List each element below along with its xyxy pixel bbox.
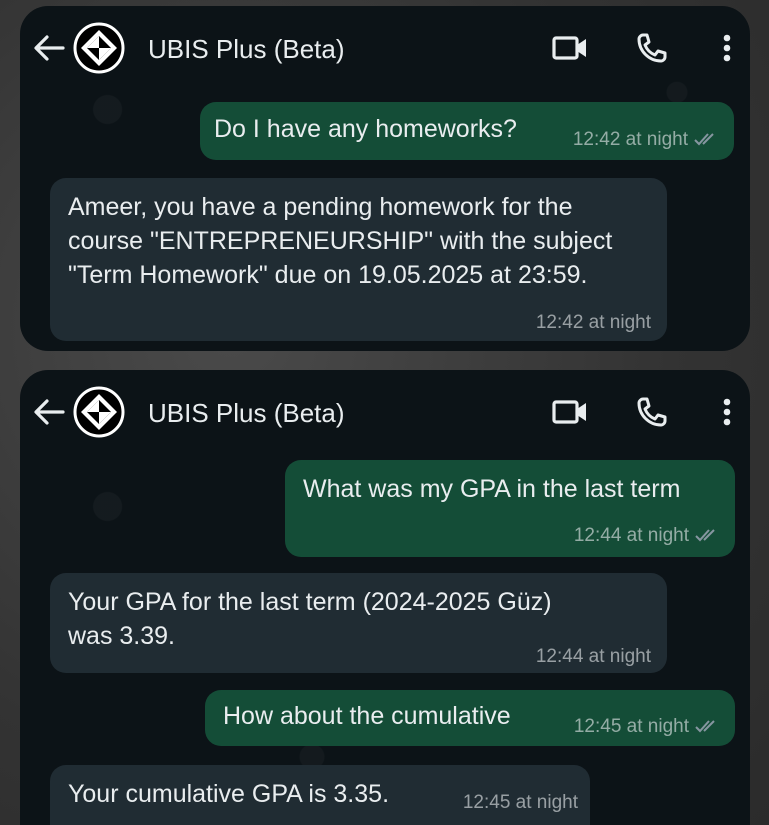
chat-screenshot-1: UBIS Plus (Beta) Do I have any homeworks… (20, 6, 750, 351)
message-text: Do I have any homeworks? (214, 115, 517, 143)
outgoing-message[interactable]: What was my GPA in the last term 12:44 a… (285, 460, 735, 557)
phone-icon[interactable] (632, 28, 672, 68)
message-meta: 12:42 at night (573, 128, 718, 152)
contact-name[interactable]: UBIS Plus (Beta) (148, 396, 345, 430)
incoming-message[interactable]: Your GPA for the last term (2024-2025 Gü… (50, 573, 667, 673)
outgoing-message[interactable]: How about the cumulative 12:45 at night (205, 690, 735, 746)
message-text: Your GPA for the last term (2024-2025 Gü… (68, 588, 552, 650)
message-time: 12:44 at night (535, 646, 651, 667)
incoming-message[interactable]: Your cumulative GPA is 3.35. 12:45 at ni… (50, 765, 590, 825)
avatar[interactable] (73, 386, 125, 438)
back-arrow-icon[interactable] (32, 395, 66, 429)
contact-name[interactable]: UBIS Plus (Beta) (148, 32, 345, 66)
chat-header: UBIS Plus (Beta) (20, 6, 750, 88)
back-arrow-icon[interactable] (32, 31, 66, 65)
message-text: Your cumulative GPA is 3.35. (68, 780, 390, 808)
read-ticks-icon (695, 720, 715, 733)
message-time: 12:44 at night (573, 525, 689, 546)
message-time: 12:42 at night (572, 129, 688, 150)
read-ticks-icon (695, 529, 715, 542)
message-meta: 12:45 at night (574, 715, 719, 739)
chat-screenshot-2: UBIS Plus (Beta) What was my GPA in the … (20, 370, 750, 825)
message-text: What was my GPA in the last term (303, 475, 681, 503)
message-meta: 12:44 at night (574, 524, 719, 548)
message-time: 12:42 at night (535, 312, 651, 333)
outgoing-message[interactable]: Do I have any homeworks? 12:42 at night (200, 102, 734, 160)
avatar[interactable] (73, 22, 125, 74)
message-text: Ameer, you have a pending homework for t… (68, 193, 613, 289)
message-text: How about the cumulative (223, 702, 511, 730)
message-time: 12:45 at night (462, 792, 578, 813)
chat-header: UBIS Plus (Beta) (20, 370, 750, 452)
phone-icon[interactable] (632, 392, 672, 432)
read-ticks-icon (694, 133, 714, 146)
video-call-icon[interactable] (550, 392, 590, 432)
message-time: 12:45 at night (573, 716, 689, 737)
more-options-icon[interactable] (712, 28, 742, 68)
more-options-icon[interactable] (712, 392, 742, 432)
video-call-icon[interactable] (550, 28, 590, 68)
incoming-message[interactable]: Ameer, you have a pending homework for t… (50, 178, 667, 341)
